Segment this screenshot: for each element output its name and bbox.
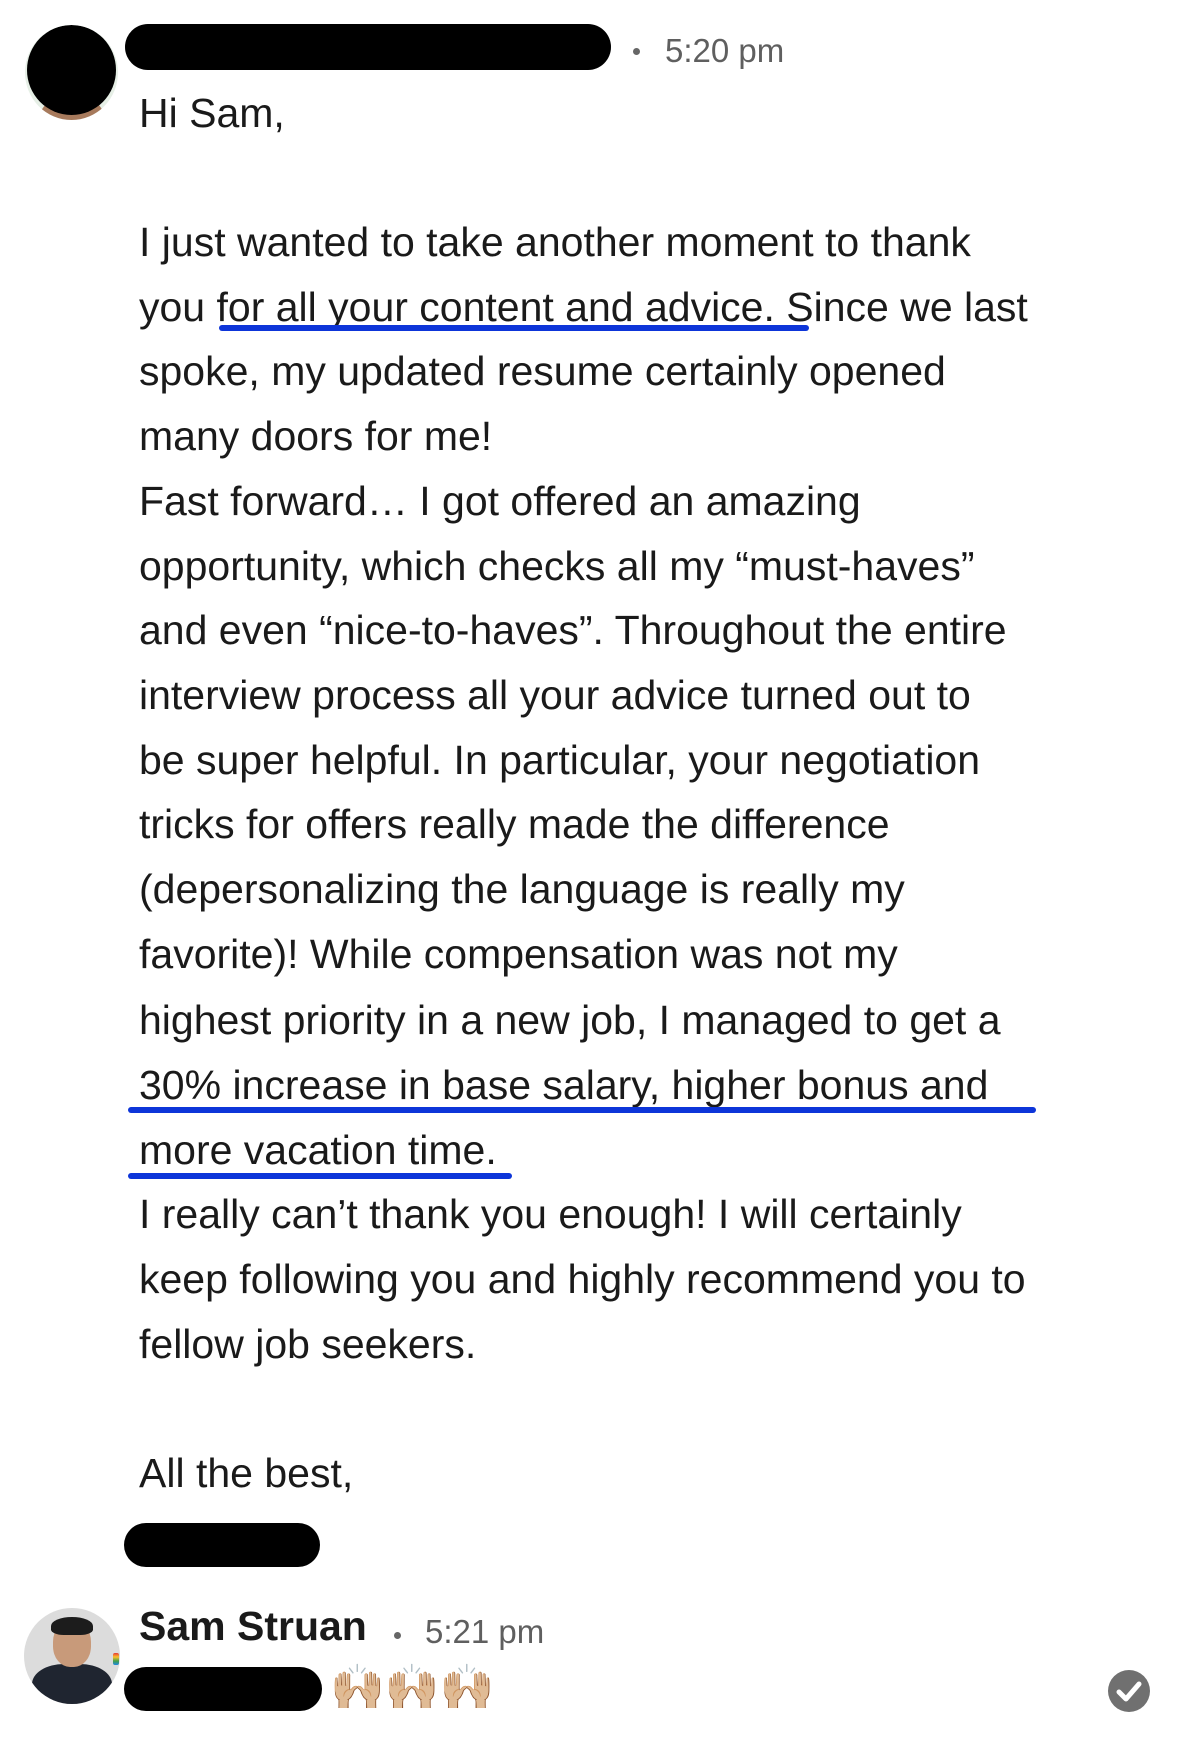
signature-redacted bbox=[124, 1523, 320, 1567]
check-circle-icon bbox=[1108, 1670, 1150, 1712]
highlight-underline bbox=[128, 1173, 512, 1179]
raised-hands-emoji: 🙌🏼🙌🏼🙌🏼 bbox=[330, 1663, 495, 1712]
sender-avatar-redacted[interactable] bbox=[25, 25, 118, 120]
message-line: highest priority in a new job, I managed… bbox=[139, 997, 1001, 1043]
message-line: Fast forward… I got offered an amazing bbox=[139, 478, 861, 524]
avatar-redaction bbox=[27, 25, 116, 115]
check-mark-svg bbox=[1116, 1681, 1142, 1702]
message-timestamp: 5:21 pm bbox=[425, 1613, 545, 1650]
separator-dot bbox=[394, 1632, 401, 1639]
highlight-underline bbox=[128, 1107, 1036, 1113]
message-line: I really can’t thank you enough! I will … bbox=[139, 1191, 962, 1237]
message-line: keep following you and highly recommend … bbox=[139, 1256, 1026, 1302]
message-line: All the best, bbox=[139, 1450, 354, 1496]
avatar-hair bbox=[51, 1617, 93, 1635]
sender-name-redacted bbox=[125, 24, 611, 70]
status-badge bbox=[113, 1653, 119, 1665]
message-line: and even “nice-to-haves”. Throughout the… bbox=[139, 607, 1007, 653]
message-line: fellow job seekers. bbox=[139, 1321, 477, 1367]
separator-dot bbox=[633, 48, 640, 55]
sender-avatar[interactable] bbox=[24, 1608, 120, 1704]
message-line: more vacation time. bbox=[139, 1127, 497, 1173]
message-line: favorite)! While compensation was not my bbox=[139, 931, 898, 977]
message-line: I just wanted to take another moment to … bbox=[139, 219, 971, 265]
message-line: 30% increase in base salary, higher bonu… bbox=[139, 1062, 989, 1108]
sender-name[interactable]: Sam Struan bbox=[139, 1603, 367, 1650]
message-line: be super helpful. In particular, your ne… bbox=[139, 737, 981, 783]
message-line: spoke, my updated resume certainly opene… bbox=[139, 348, 946, 394]
message-timestamp: 5:20 pm bbox=[665, 32, 785, 69]
message-line: (depersonalizing the language is really … bbox=[139, 866, 905, 912]
message-line: many doors for me! bbox=[139, 413, 493, 459]
avatar-body bbox=[32, 1664, 112, 1704]
message-text-redacted bbox=[124, 1667, 322, 1711]
highlight-underline bbox=[219, 325, 809, 331]
message-line: interview process all your advice turned… bbox=[139, 672, 971, 718]
message-line: Hi Sam, bbox=[139, 90, 285, 136]
message-line: opportunity, which checks all my “must-h… bbox=[139, 543, 975, 589]
message-line: tricks for offers really made the differ… bbox=[139, 801, 890, 847]
